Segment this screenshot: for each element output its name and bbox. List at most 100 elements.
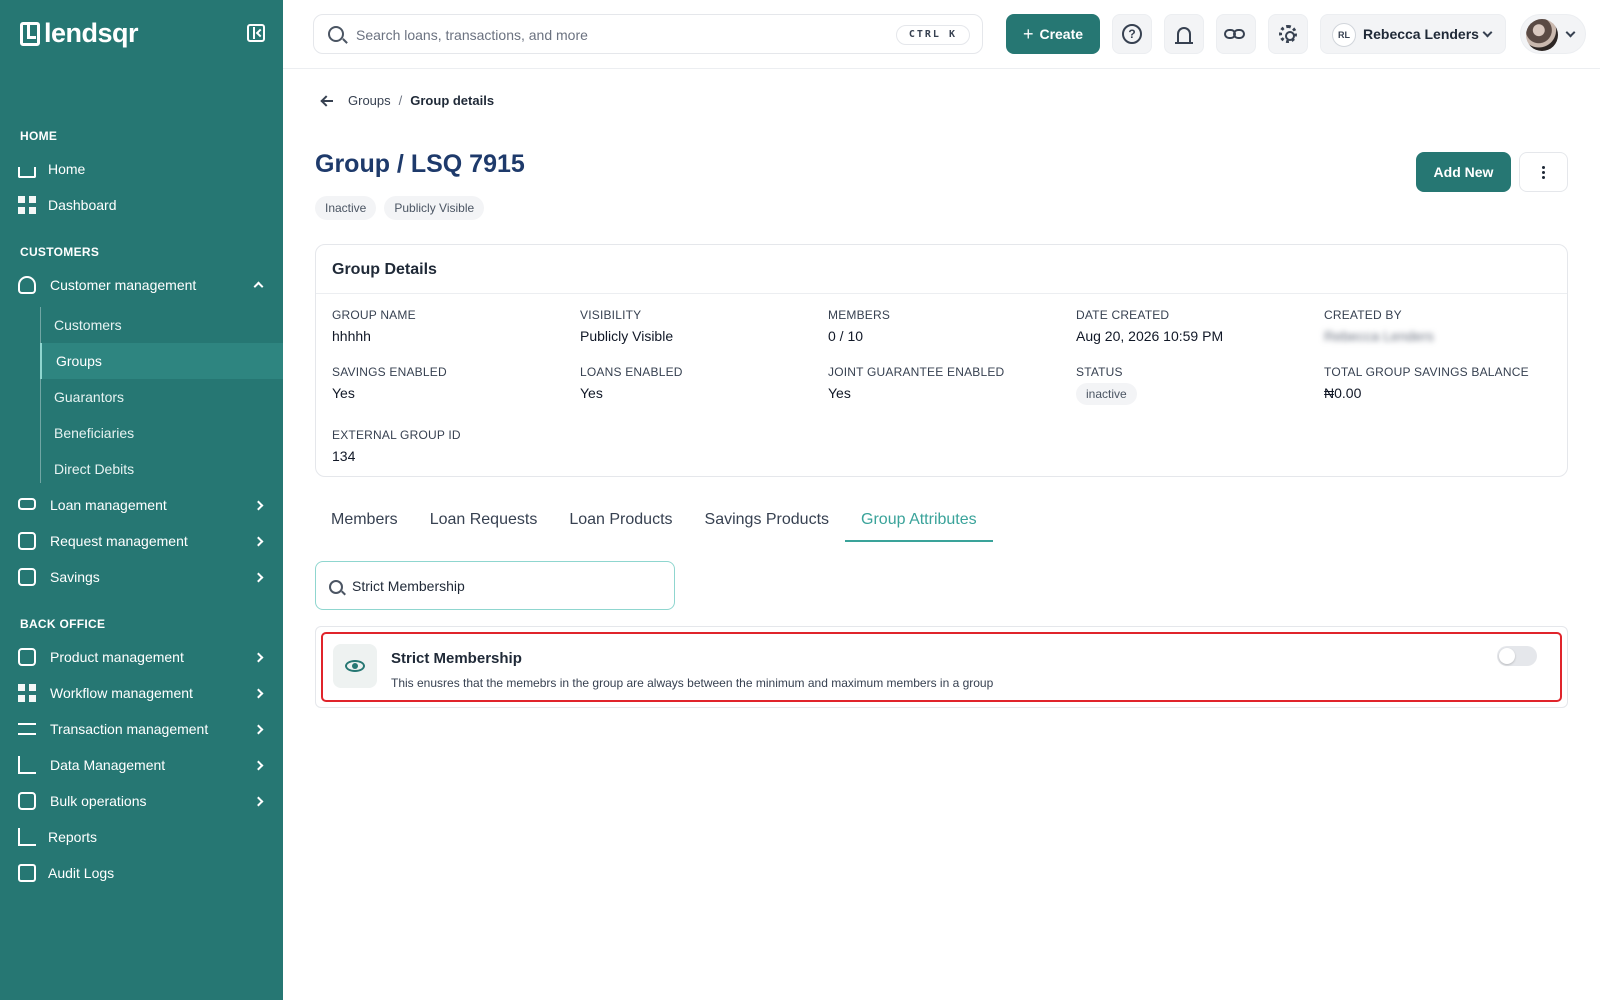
sidebar-item-bulk-operations[interactable]: Bulk operations <box>0 783 283 819</box>
status-badge: inactive <box>1076 383 1137 405</box>
field-value: Aug 20, 2026 10:59 PM <box>1076 328 1224 344</box>
section-label-home: HOME <box>20 129 58 143</box>
tab-loan-products[interactable]: Loan Products <box>553 500 688 542</box>
field-date-created: DATE CREATED Aug 20, 2026 10:59 PM <box>1076 308 1316 344</box>
link-button[interactable] <box>1216 14 1256 54</box>
chevron-right-icon <box>253 796 264 806</box>
attribute-search-input[interactable] <box>352 575 652 597</box>
field-value: 134 <box>332 448 356 464</box>
package-icon <box>18 648 36 666</box>
help-button[interactable]: ? <box>1112 14 1152 54</box>
sidebar-item-label: Savings <box>50 569 100 585</box>
chevron-right-icon <box>253 652 264 662</box>
tab-members[interactable]: Members <box>315 500 414 542</box>
sidebar-item-label: Data Management <box>50 757 166 773</box>
sidebar-item-transaction-management[interactable]: Transaction management <box>0 711 283 747</box>
shortcut-hint: CTRL K <box>895 25 970 45</box>
eye-icon <box>345 660 365 672</box>
breadcrumb-separator: / <box>398 93 403 108</box>
breadcrumb-groups[interactable]: Groups <box>348 93 391 108</box>
attribute-toggle[interactable] <box>1497 646 1537 666</box>
field-label: MEMBERS <box>828 308 891 322</box>
app-logo[interactable]: lendsqr <box>20 18 139 49</box>
section-label-customers: CUSTOMERS <box>20 245 100 259</box>
chevron-right-icon <box>253 572 264 582</box>
dashboard-icon <box>18 196 36 214</box>
sidebar-item-audit-logs[interactable]: Audit Logs <box>0 855 283 891</box>
sidebar-item-product-management[interactable]: Product management <box>0 639 283 675</box>
attribute-search[interactable] <box>315 561 675 610</box>
more-vertical-icon-dot <box>1542 175 1545 179</box>
chevron-up-icon <box>253 281 264 292</box>
create-button[interactable]: + Create <box>1006 14 1100 54</box>
logo-text: lendsqr <box>44 18 139 48</box>
sidebar-item-request-management[interactable]: Request management <box>0 523 283 559</box>
users-icon <box>18 276 36 294</box>
sidebar-subitem-groups[interactable]: Groups <box>40 343 283 379</box>
more-vertical-icon <box>1542 165 1545 169</box>
field-group-name: GROUP NAME hhhhh <box>332 308 572 344</box>
field-label: SAVINGS ENABLED <box>332 365 447 379</box>
tab-savings-products[interactable]: Savings Products <box>689 500 846 542</box>
bell-icon <box>1175 26 1193 44</box>
field-label: TOTAL GROUP SAVINGS BALANCE <box>1324 365 1529 379</box>
sidebar-item-label: Bulk operations <box>50 793 147 809</box>
tab-loan-requests[interactable]: Loan Requests <box>414 500 554 542</box>
sidebar-item-label: Transaction management <box>50 721 209 737</box>
sidebar-item-loan-management[interactable]: Loan management <box>0 487 283 523</box>
sidebar-item-customer-management[interactable]: Customer management <box>0 267 283 303</box>
chevron-right-icon <box>253 724 264 734</box>
sidebar-item-label: Loan management <box>50 497 167 513</box>
sidebar-subitem-direct-debits[interactable]: Direct Debits <box>40 451 283 487</box>
card-divider <box>316 293 1567 294</box>
field-value: Yes <box>828 385 851 401</box>
chart-icon <box>18 756 36 774</box>
sidebar-item-workflow-management[interactable]: Workflow management <box>0 675 283 711</box>
sidebar-item-label: Product management <box>50 649 184 665</box>
field-members: MEMBERS 0 / 10 <box>828 308 1068 344</box>
attribute-icon-wrap <box>333 644 377 688</box>
sidebar-item-dashboard[interactable]: Dashboard <box>0 187 283 223</box>
sidebar-item-data-management[interactable]: Data Management <box>0 747 283 783</box>
gear-icon <box>1279 25 1297 43</box>
sidebar-item-label: Request management <box>50 533 188 549</box>
create-button-label: Create <box>1039 26 1084 42</box>
profile-menu[interactable] <box>1520 14 1586 54</box>
notifications-button[interactable] <box>1164 14 1204 54</box>
settings-button[interactable] <box>1268 14 1308 54</box>
sidebar-subitem-guarantors[interactable]: Guarantors <box>40 379 283 415</box>
field-label: DATE CREATED <box>1076 308 1170 322</box>
chevron-right-icon <box>253 536 264 546</box>
sidebar-item-home[interactable]: Home <box>0 151 283 187</box>
home-icon <box>18 167 36 178</box>
savings-icon <box>18 568 36 586</box>
arrow-left-icon[interactable] <box>320 94 334 108</box>
sidebar-item-label: Reports <box>48 829 98 845</box>
field-savings-enabled: SAVINGS ENABLED Yes <box>332 365 572 401</box>
logo-icon <box>20 21 40 46</box>
tab-group-attributes[interactable]: Group Attributes <box>845 500 993 542</box>
sidebar-subitem-customers[interactable]: Customers <box>40 307 283 343</box>
more-vertical-icon-dot <box>1542 170 1545 174</box>
inbox-icon <box>18 532 36 550</box>
field-label: EXTERNAL GROUP ID <box>332 428 461 442</box>
field-status: STATUS inactive <box>1076 365 1316 405</box>
user-menu[interactable]: RL Rebecca Lenders <box>1320 14 1506 54</box>
sidebar-item-label: Audit Logs <box>48 865 115 881</box>
workflow-icon <box>18 684 36 702</box>
search-input[interactable] <box>356 23 856 47</box>
sidebar-item-savings[interactable]: Savings <box>0 559 283 595</box>
more-options-button[interactable] <box>1519 152 1568 192</box>
sidebar-subitem-beneficiaries[interactable]: Beneficiaries <box>40 415 283 451</box>
sidebar-item-reports[interactable]: Reports <box>0 819 283 855</box>
breadcrumb: Groups / Group details <box>320 93 494 108</box>
chevron-right-icon <box>253 760 264 770</box>
field-value: ₦0.00 <box>1324 385 1362 401</box>
search-icon <box>328 26 344 42</box>
sidebar-item-label: Home <box>48 161 86 177</box>
global-search[interactable]: CTRL K <box>313 14 983 54</box>
field-value: Rebecca Lenders <box>1324 328 1434 344</box>
collapse-sidebar-icon[interactable] <box>247 24 265 42</box>
add-new-button[interactable]: Add New <box>1416 152 1511 192</box>
user-name: Rebecca Lenders <box>1363 26 1479 42</box>
